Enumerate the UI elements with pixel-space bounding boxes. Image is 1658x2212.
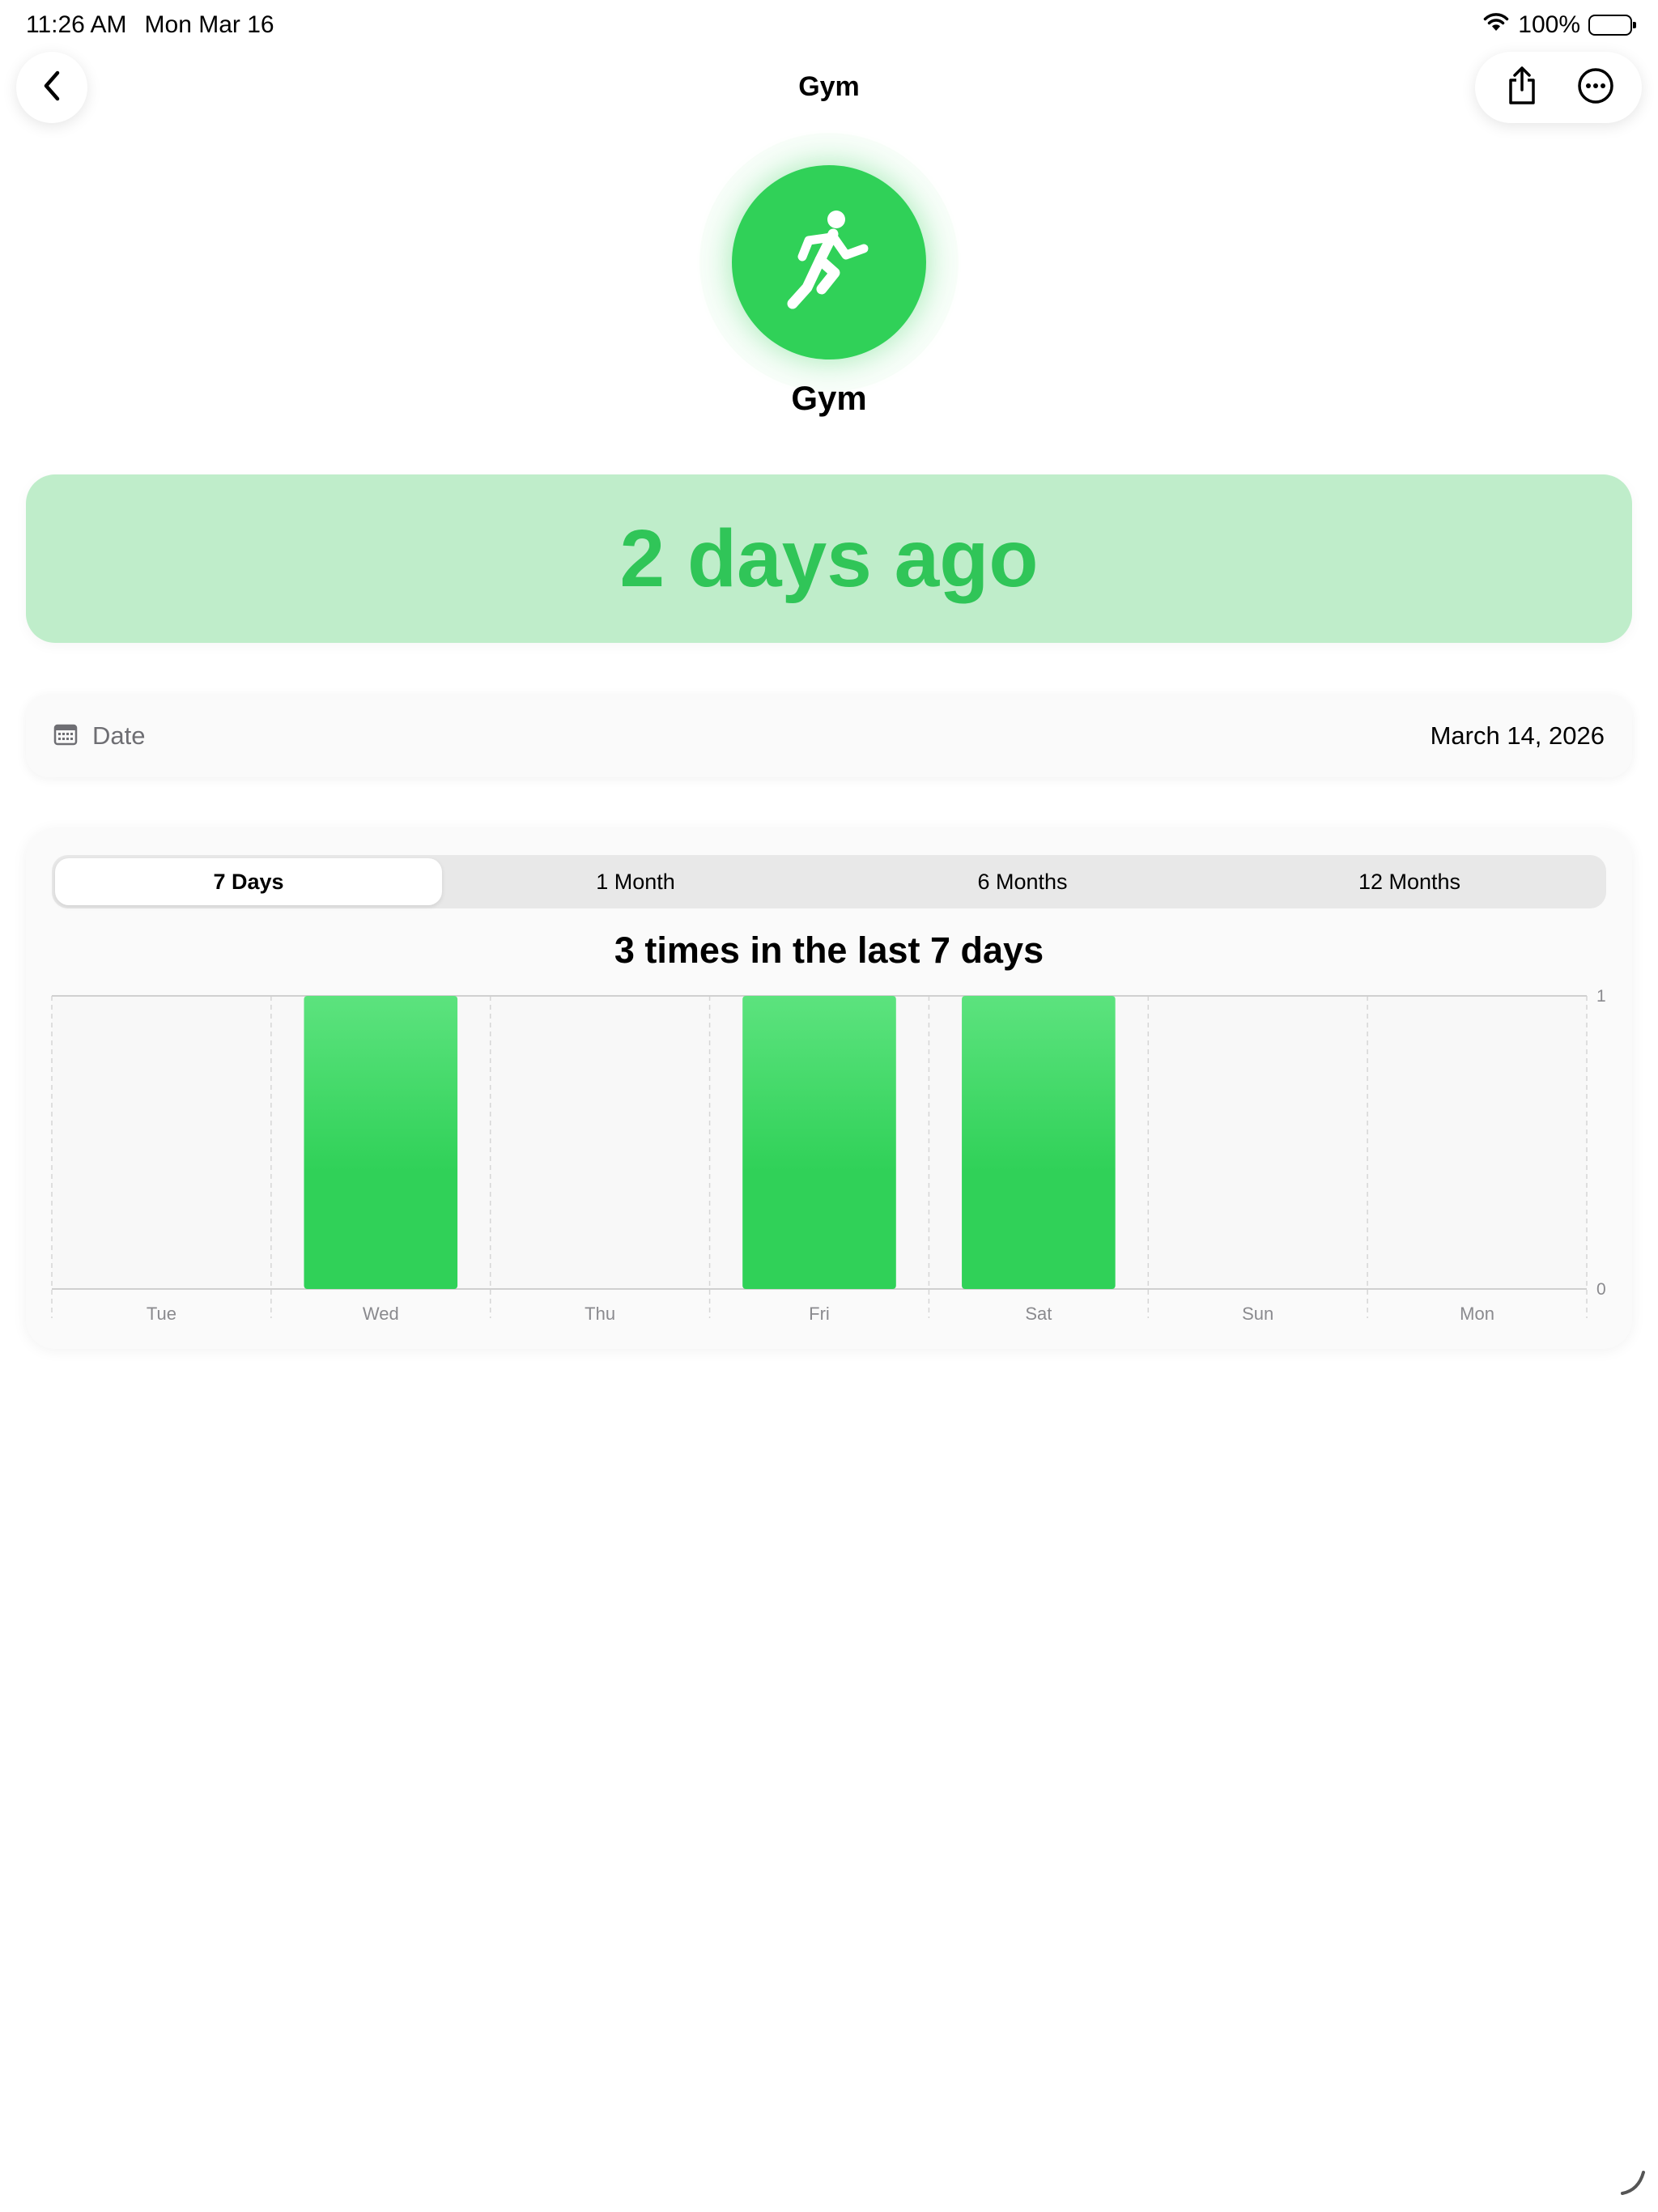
- summary-card: 2 days ago: [26, 474, 1632, 643]
- tab-12-months[interactable]: 12 Months: [1216, 858, 1603, 905]
- x-tick-label: Sat: [1025, 1304, 1052, 1324]
- x-tick-label: Fri: [809, 1304, 830, 1324]
- chart-title: 3 times in the last 7 days: [614, 929, 1044, 971]
- bar-sat: [962, 996, 1116, 1289]
- x-tick-label: Sun: [1242, 1304, 1273, 1324]
- tab-6-months[interactable]: 6 Months: [829, 858, 1216, 905]
- nav-actions: [1475, 52, 1642, 123]
- resize-handle-icon: [1619, 2169, 1647, 2201]
- status-date: Mon Mar 16: [144, 11, 274, 38]
- summary-text: 2 days ago: [619, 513, 1039, 604]
- wifi-icon: [1482, 11, 1510, 39]
- share-button[interactable]: [1493, 58, 1551, 117]
- tab-7-days[interactable]: 7 Days: [55, 858, 442, 905]
- more-button[interactable]: [1567, 58, 1625, 117]
- chart-card: 7 Days 1 Month 6 Months 12 Months 3 time…: [26, 829, 1632, 1349]
- bar-wed: [304, 996, 458, 1289]
- x-tick-label: Thu: [585, 1304, 615, 1324]
- status-time: 11:26 AM: [26, 11, 127, 38]
- date-value: March 14, 2026: [1430, 721, 1605, 750]
- date-row[interactable]: Date March 14, 2026: [26, 695, 1632, 777]
- x-tick-label: Tue: [147, 1304, 176, 1324]
- tab-1-month[interactable]: 1 Month: [442, 858, 829, 905]
- status-bar: 11:26 AM Mon Mar 16 100%: [0, 0, 1658, 52]
- battery-percent: 100%: [1518, 11, 1580, 38]
- hero-icon-circle: [732, 165, 926, 359]
- running-figure-icon: [784, 208, 874, 317]
- y-tick-label: 0: [1596, 1280, 1606, 1299]
- hero-title: Gym: [791, 379, 867, 417]
- date-label: Date: [92, 721, 146, 750]
- battery-icon: [1588, 15, 1636, 36]
- ellipsis-circle-icon: [1577, 67, 1614, 108]
- x-tick-label: Wed: [363, 1304, 399, 1324]
- calendar-icon: [53, 723, 78, 750]
- x-tick-label: Mon: [1460, 1304, 1494, 1324]
- share-icon: [1504, 66, 1540, 110]
- y-tick-label: 1: [1596, 988, 1606, 1006]
- range-segmented-control: 7 Days 1 Month 6 Months 12 Months: [52, 855, 1606, 908]
- bar-fri: [742, 996, 896, 1289]
- nav-title: Gym: [798, 71, 860, 102]
- bar-chart: 0 1 Tue Wed Thu Fri Sat Sun Mon: [51, 988, 1606, 1324]
